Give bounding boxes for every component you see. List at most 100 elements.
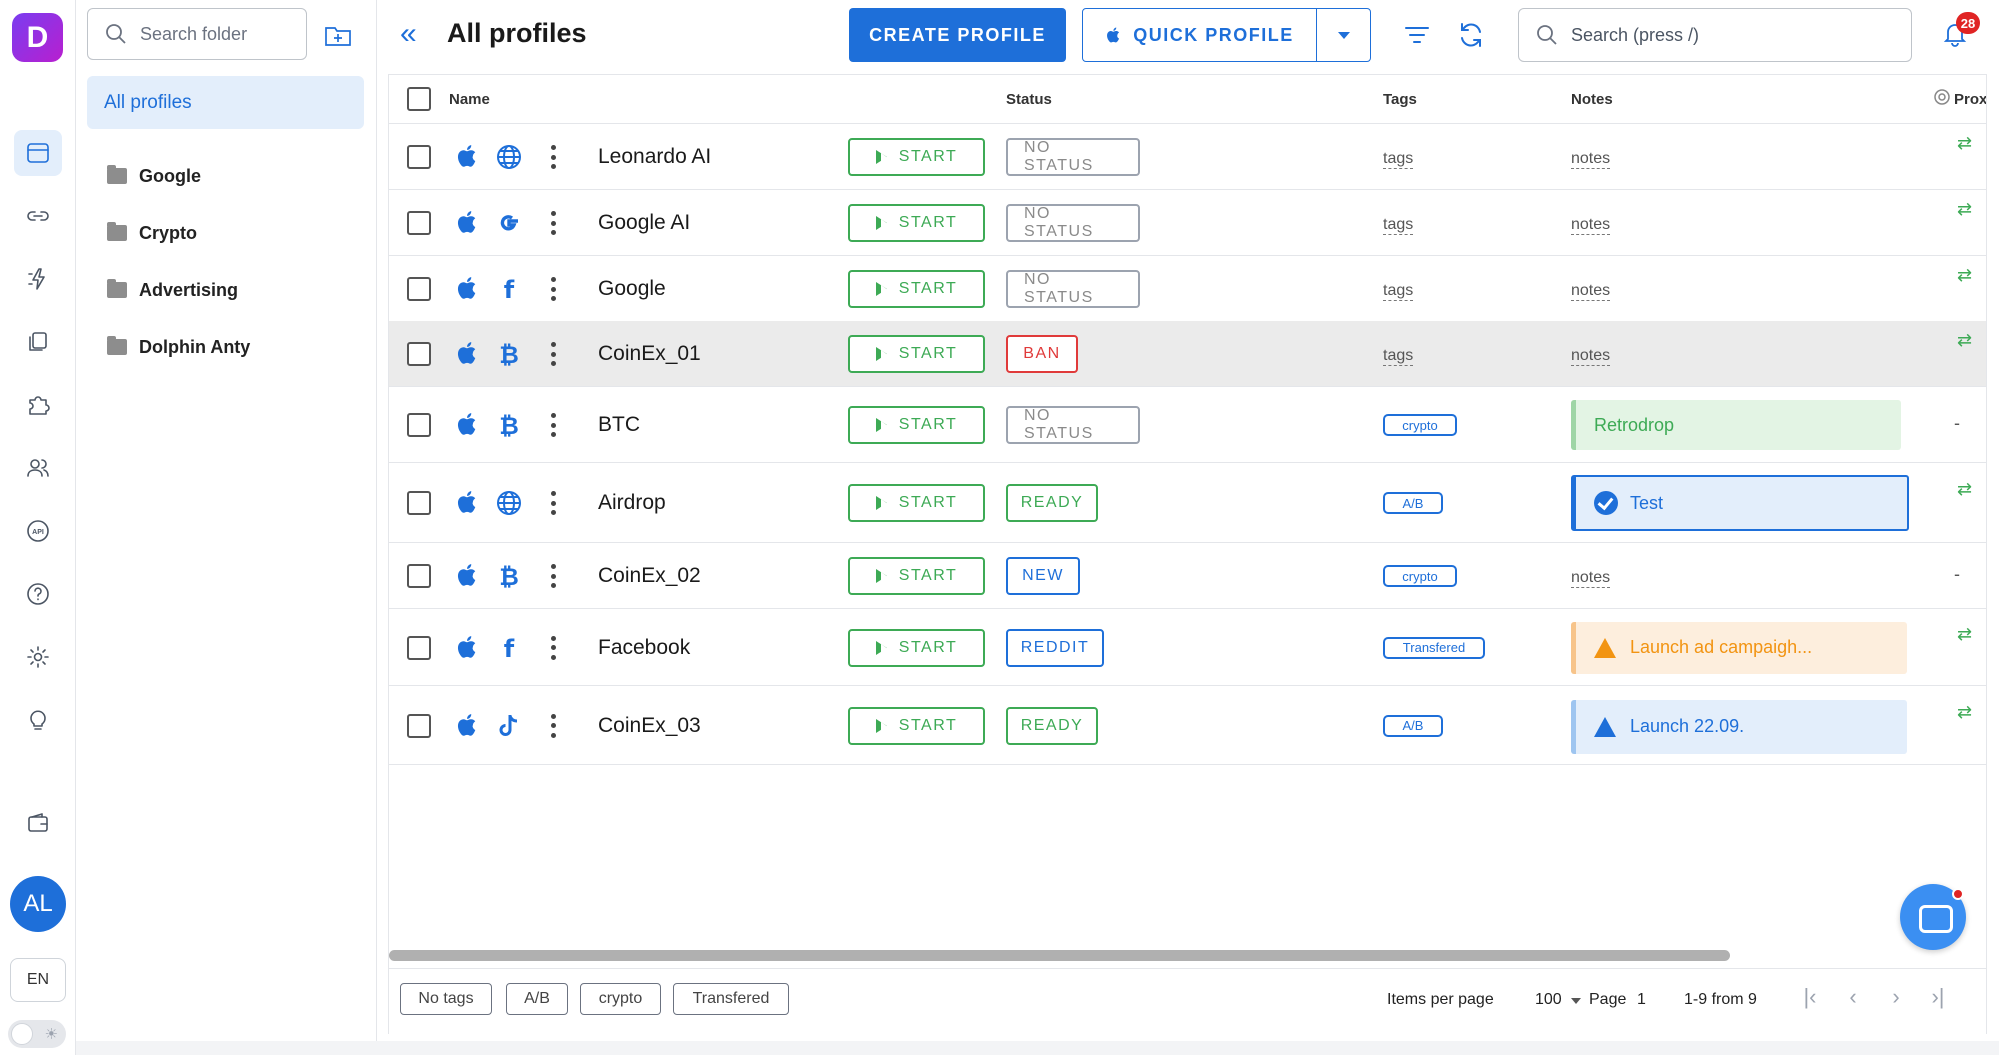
proxy-swap-icon[interactable]: ⇄ <box>1957 265 1972 286</box>
tag-filter-chip[interactable]: No tags <box>400 983 492 1015</box>
profile-name[interactable]: BTC <box>598 413 640 437</box>
horizontal-scrollbar[interactable] <box>389 950 1730 961</box>
proxy-swap-icon[interactable]: ⇄ <box>1957 479 1972 500</box>
row-checkbox[interactable] <box>407 211 431 235</box>
more-options-icon[interactable] <box>551 413 557 437</box>
link-icon[interactable] <box>14 193 62 239</box>
browser-profiles-icon[interactable] <box>14 130 62 176</box>
more-options-icon[interactable] <box>551 713 557 738</box>
automation-icon[interactable] <box>14 256 62 302</box>
column-status[interactable]: Status <box>1006 91 1052 108</box>
settings-icon[interactable] <box>14 634 62 680</box>
wallet-icon[interactable] <box>14 800 62 846</box>
create-profile-button[interactable]: CREATE PROFILE <box>849 8 1066 62</box>
row-checkbox[interactable] <box>407 413 431 437</box>
folder-item[interactable]: Google <box>107 158 201 194</box>
collapse-panel-icon[interactable]: « <box>400 19 424 50</box>
items-per-page-select[interactable]: 100 <box>1535 991 1562 1009</box>
profile-name[interactable]: Facebook <box>598 636 690 660</box>
folder-item[interactable]: Advertising <box>107 272 238 308</box>
profile-search-input[interactable] <box>1571 24 1891 46</box>
start-button[interactable]: START <box>848 557 985 595</box>
help-icon[interactable] <box>14 571 62 617</box>
status-badge[interactable]: BAN <box>1006 335 1078 373</box>
table-row[interactable]: CoinEx_03 START READY A/B Launch 22.09. ⇄ <box>389 686 1986 765</box>
notes-link[interactable]: notes <box>1571 347 1611 366</box>
table-row[interactable]: f Facebook START REDDIT Transfered Launch ad … <box>389 609 1986 686</box>
column-settings-icon[interactable] <box>1932 87 1952 107</box>
status-badge[interactable]: NO STATUS <box>1006 406 1140 444</box>
row-checkbox[interactable] <box>407 277 431 301</box>
add-folder-icon[interactable] <box>323 20 353 50</box>
notes-link[interactable]: notes <box>1571 150 1611 169</box>
table-row[interactable]: f Google START NO STATUS tags notes ⇄ <box>389 256 1986 322</box>
table-row[interactable]: ₿ CoinEx_01 START BAN tags notes ⇄ <box>389 321 1986 387</box>
start-button[interactable]: START <box>848 628 985 667</box>
more-options-icon[interactable] <box>551 211 557 235</box>
more-options-icon[interactable] <box>551 342 557 366</box>
profile-name[interactable]: Airdrop <box>598 491 666 515</box>
tags-link[interactable]: tags <box>1383 347 1414 366</box>
more-options-icon[interactable] <box>551 491 557 515</box>
proxy-swap-icon[interactable]: ⇄ <box>1957 199 1972 220</box>
row-checkbox[interactable] <box>407 145 431 169</box>
start-button[interactable]: START <box>848 204 985 242</box>
folder-item[interactable]: Crypto <box>107 215 197 251</box>
start-button[interactable]: START <box>848 335 985 373</box>
start-button[interactable]: START <box>848 406 985 444</box>
tag-chip[interactable]: crypto <box>1383 565 1457 587</box>
users-icon[interactable] <box>14 445 62 491</box>
notifications-button[interactable]: 28 <box>1940 12 1980 52</box>
start-button[interactable]: START <box>848 706 985 745</box>
proxy-swap-icon[interactable]: ⇄ <box>1957 133 1972 154</box>
tags-link[interactable]: tags <box>1383 150 1414 169</box>
table-row[interactable]: ₿ CoinEx_02 START NEW crypto notes - <box>389 543 1986 609</box>
row-checkbox[interactable] <box>407 635 431 660</box>
next-page-icon[interactable]: › <box>1885 985 1907 1011</box>
row-checkbox[interactable] <box>407 491 431 515</box>
column-tags[interactable]: Tags <box>1383 91 1417 108</box>
app-logo[interactable]: D <box>12 13 63 62</box>
status-badge[interactable]: READY <box>1006 484 1098 522</box>
language-button[interactable]: EN <box>10 958 66 1002</box>
profile-name[interactable]: Google <box>598 277 666 301</box>
status-badge[interactable]: NEW <box>1006 557 1080 595</box>
tag-chip[interactable]: A/B <box>1383 492 1443 514</box>
quick-profile-dropdown[interactable] <box>1317 9 1370 61</box>
row-checkbox[interactable] <box>407 564 431 588</box>
column-proxy[interactable]: Prox <box>1954 91 1986 108</box>
profile-name[interactable]: CoinEx_02 <box>598 564 701 588</box>
row-checkbox[interactable] <box>407 713 431 738</box>
tag-filter-chip[interactable]: Transfered <box>673 983 789 1015</box>
profile-name[interactable]: Leonardo AI <box>598 145 711 169</box>
tag-filter-chip[interactable]: crypto <box>580 983 661 1015</box>
tags-link[interactable]: tags <box>1383 282 1414 301</box>
profile-name[interactable]: CoinEx_01 <box>598 342 701 366</box>
status-badge[interactable]: NO STATUS <box>1006 138 1140 176</box>
column-name[interactable]: Name <box>449 91 490 108</box>
notes-link[interactable]: notes <box>1571 282 1611 301</box>
start-button[interactable]: START <box>848 270 985 308</box>
note-box[interactable]: Launch ad campaigh... <box>1571 621 1907 674</box>
tag-chip[interactable]: A/B <box>1383 714 1443 737</box>
status-badge[interactable]: READY <box>1006 706 1098 745</box>
status-badge[interactable]: REDDIT <box>1006 628 1104 667</box>
more-options-icon[interactable] <box>551 145 557 169</box>
note-box[interactable]: Retrodrop <box>1571 400 1901 450</box>
tag-chip[interactable]: crypto <box>1383 414 1457 436</box>
start-button[interactable]: START <box>848 138 985 176</box>
more-options-icon[interactable] <box>551 564 557 588</box>
select-all-checkbox[interactable] <box>407 87 431 111</box>
row-checkbox[interactable] <box>407 342 431 366</box>
table-row[interactable]: ₿ BTC START NO STATUS crypto Retrodrop - <box>389 387 1986 463</box>
prev-page-icon[interactable]: ‹ <box>1842 985 1864 1011</box>
last-page-icon[interactable]: ›| <box>1927 985 1949 1011</box>
tags-link[interactable]: tags <box>1383 216 1414 235</box>
profile-name[interactable]: Google AI <box>598 211 690 235</box>
start-button[interactable]: START <box>848 484 985 522</box>
table-row[interactable]: Leonardo AI START NO STATUS tags notes ⇄ <box>389 124 1986 190</box>
notes-link[interactable]: notes <box>1571 216 1611 235</box>
puzzle-icon[interactable] <box>14 382 62 428</box>
note-box[interactable]: Test <box>1571 475 1909 531</box>
avatar[interactable]: AL <box>10 876 66 932</box>
